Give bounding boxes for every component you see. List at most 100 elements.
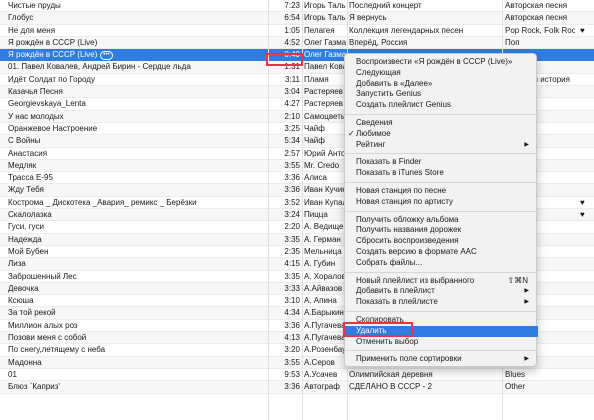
- song-artist: Иван Купала: [304, 197, 346, 209]
- song-title-text: За той рекой: [8, 308, 56, 318]
- song-title-text: Трасса Е-95: [8, 173, 53, 183]
- song-artist: Mr. Credo: [304, 160, 346, 172]
- menu-item[interactable]: Рейтинг ▶: [345, 140, 538, 151]
- song-time-text: 4:13: [284, 333, 300, 343]
- menu-item-label: Новая станция по артисту: [356, 196, 454, 206]
- song-album: Я вернусь: [349, 12, 499, 24]
- table-row[interactable]: Я рождён в СССР (Live) 4:52 Олег ГазмановВ…: [0, 36, 594, 50]
- song-title: У нас молодых: [8, 111, 270, 123]
- song-time-text: 3:35: [284, 271, 300, 281]
- song-artist: А.Пугачева: [304, 332, 346, 344]
- menu-item[interactable]: Создать версию в формате AAC: [345, 247, 538, 258]
- song-title: Я рождён в СССР (Live): [8, 37, 270, 49]
- column-divider[interactable]: [302, 0, 303, 420]
- table-row[interactable]: 01 9:53 А.Усачев Олимпийская деревня Blues: [0, 369, 594, 382]
- song-artist: Самоцветы: [304, 111, 346, 123]
- song-time: 3:20: [270, 344, 300, 356]
- song-artist: А. Хоралов: [304, 271, 346, 283]
- menu-item[interactable]: Новый плейлист из выбранного ⇧⌘N: [345, 276, 538, 287]
- menu-item-label: Получить обложку альбома: [356, 214, 459, 224]
- song-artist: А. Губин: [304, 258, 346, 270]
- song-time-text: 6:54: [284, 13, 300, 23]
- menu-item-label: Добавить в «Далее»: [356, 78, 433, 88]
- menu-item[interactable]: Добавить в «Далее»: [345, 79, 538, 90]
- menu-item[interactable]: Удалить: [345, 325, 538, 337]
- menu-item[interactable]: Создать плейлист Genius: [345, 100, 538, 111]
- table-row[interactable]: Чистые пруды 7:23 Игорь ТальковПоследний к…: [0, 0, 594, 13]
- song-time: 1:31: [270, 61, 300, 73]
- song-time-text: 1:31: [284, 62, 300, 72]
- menu-item[interactable]: Воспроизвести «Я рождён в СССР (Live)»: [345, 57, 538, 68]
- song-title-text: Скалолазка: [8, 210, 52, 220]
- menu-item[interactable]: Показать в Finder: [345, 157, 538, 168]
- menu-item[interactable]: Сбросить воспроизведения: [345, 236, 538, 247]
- song-time-text: 2:35: [284, 246, 300, 256]
- song-genre-text: Поп: [505, 37, 520, 47]
- song-time: 3:11: [270, 74, 300, 86]
- song-genre-text: Авторская песня: [505, 1, 568, 10]
- table-row[interactable]: Глобус 6:54 Игорь ТальковЯ вернусь Авторска…: [0, 12, 594, 25]
- song-title-text: Анастасия: [8, 148, 48, 158]
- table-row[interactable]: Блюз `Каприз' 3:36 Автограф СДЕЛАНО В СССР …: [0, 381, 594, 394]
- song-time: 3:36: [270, 184, 300, 196]
- song-time: 3:35: [270, 234, 300, 246]
- song-artist: А.Серов: [304, 357, 346, 369]
- heart-icon[interactable]: ♥: [580, 25, 590, 37]
- menu-item-label: Следующая: [356, 67, 401, 77]
- menu-item-label: Получить названия дорожек: [356, 225, 462, 235]
- menu-item[interactable]: Запустить Genius: [345, 89, 538, 100]
- song-artist: Иван Кучин: [304, 184, 346, 196]
- menu-item[interactable]: Сведения: [345, 118, 538, 129]
- song-time-text: 0:40: [284, 50, 300, 60]
- song-title: Позови меня с собой: [8, 332, 270, 344]
- song-artist: А. Герман: [304, 234, 346, 246]
- song-title-text: Девочка: [8, 283, 39, 293]
- song-genre-text: Blues: [505, 369, 526, 379]
- menu-separator: [345, 210, 538, 212]
- song-artist-text: Олег Газманов: [304, 50, 346, 60]
- menu-item[interactable]: Собрать файлы...: [345, 258, 538, 269]
- menu-item[interactable]: Показать в iTunes Store: [345, 168, 538, 179]
- column-divider[interactable]: [268, 0, 269, 420]
- menu-item-label: Применить поле сортировки: [356, 354, 462, 364]
- menu-separator: [345, 114, 538, 115]
- menu-item[interactable]: Новая станция по артисту: [345, 197, 538, 208]
- menu-item[interactable]: Добавить в плейлист ▶: [345, 286, 538, 297]
- song-title-text: Казачья Песня: [8, 87, 63, 97]
- song-time: 4:34: [270, 307, 300, 319]
- song-artist: Пелагея: [304, 25, 346, 37]
- song-time: 6:54: [270, 12, 300, 24]
- table-row[interactable]: Не для меня 1:05 Пелагея Коллекция легендар…: [0, 25, 594, 37]
- song-artist: Растеряев: [304, 86, 346, 98]
- menu-item[interactable]: Получить названия дорожек: [345, 225, 538, 236]
- song-artist-text: Чайф: [304, 136, 325, 146]
- song-time: 4:15: [270, 258, 300, 270]
- song-artist-text: Олег Газманов: [304, 37, 346, 47]
- song-title-text: Заброшенный Лес: [8, 271, 77, 281]
- menu-item[interactable]: Следующая: [345, 68, 538, 79]
- heart-icon[interactable]: ♥: [580, 209, 590, 221]
- menu-item[interactable]: ✓ Любимое: [345, 129, 538, 140]
- menu-item[interactable]: Отменить выбор: [345, 337, 538, 348]
- heart-icon[interactable]: ♥: [580, 197, 590, 209]
- menu-item[interactable]: Получить обложку альбома: [345, 215, 538, 226]
- song-artist: Автограф: [304, 381, 346, 393]
- menu-item[interactable]: Скопировать: [345, 315, 538, 326]
- song-genre: Blues: [505, 369, 575, 381]
- song-artist: Пламя: [304, 74, 346, 86]
- song-title: Я рождён в СССР (Live) •••: [8, 49, 270, 61]
- song-title: Миллион алых роз: [8, 320, 270, 332]
- menu-item-label: Новый плейлист из выбранного: [356, 275, 475, 285]
- song-artist-text: Пицца: [304, 210, 328, 220]
- song-title-text: У нас молодых: [8, 111, 64, 121]
- menu-item[interactable]: Показать в плейлисте ▶: [345, 297, 538, 308]
- song-time: 2:35: [270, 246, 300, 258]
- menu-item-label: Запустить Genius: [356, 89, 422, 99]
- song-title: Georgievskaya_Lenta: [8, 98, 270, 110]
- song-artist-text: Растеряев: [304, 99, 343, 109]
- song-title: 01. Павел Ковалев, Андрей Бирин - Сердце…: [8, 61, 270, 73]
- more-options-icon[interactable]: •••: [100, 50, 113, 60]
- menu-item[interactable]: Новая станция по песне: [345, 186, 538, 197]
- song-time: 3:36: [270, 381, 300, 393]
- menu-item[interactable]: Применить поле сортировки ▶: [345, 354, 538, 365]
